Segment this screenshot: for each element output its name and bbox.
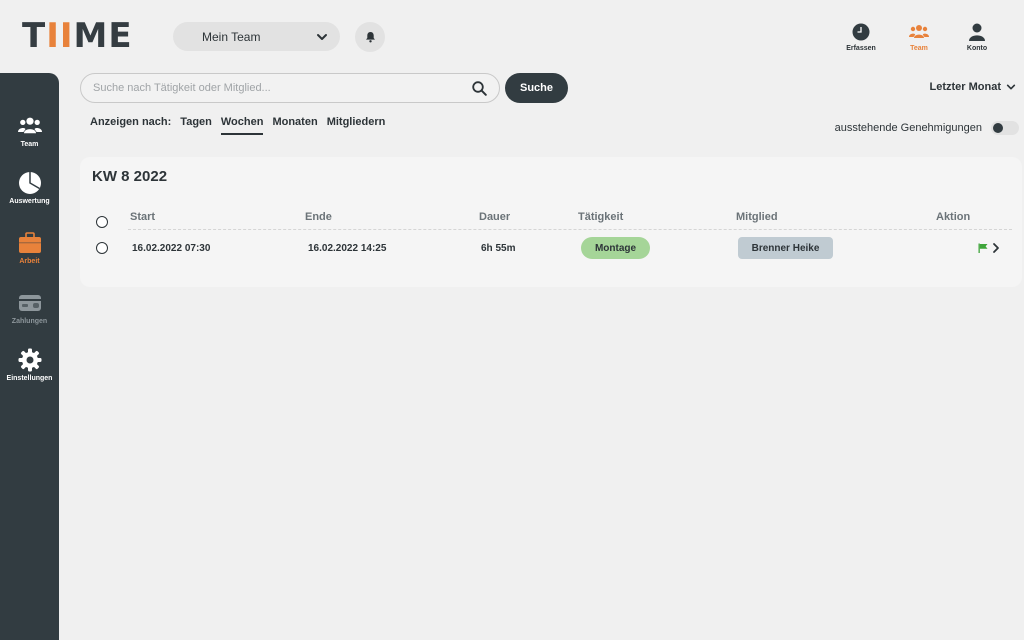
column-header-taetigkeit: Tätigkeit xyxy=(578,211,624,223)
tab-mitgliedern[interactable]: Mitgliedern xyxy=(327,115,386,133)
view-by-tabs: Anzeigen nach: Tagen Wochen Monaten Mitg… xyxy=(90,115,385,135)
sidebar-item-einstellungen[interactable]: Einstellungen xyxy=(0,347,59,382)
week-title: KW 8 2022 xyxy=(92,168,168,185)
team-dropdown[interactable]: Mein Team xyxy=(173,22,340,51)
tab-wochen[interactable]: Wochen xyxy=(220,115,264,135)
period-label: Letzter Monat xyxy=(929,81,1002,93)
notifications-button[interactable] xyxy=(355,22,385,52)
sidebar-item-label: Arbeit xyxy=(19,258,40,265)
activity-badge: Montage xyxy=(581,237,650,259)
member-badge: Brenner Heike xyxy=(738,237,833,259)
top-nav-team[interactable]: Team xyxy=(902,22,936,52)
sidebar-item-label: Einstellungen xyxy=(6,375,53,382)
sidebar-item-label: Zahlungen xyxy=(11,318,48,325)
search-icon[interactable] xyxy=(472,80,487,96)
pending-approvals-label: ausstehende Genehmigungen xyxy=(834,122,982,134)
bell-icon xyxy=(365,32,375,43)
top-nav-label: Team xyxy=(910,45,928,52)
briefcase-icon xyxy=(17,230,43,256)
sidebar-item-auswertung[interactable]: Auswertung xyxy=(0,170,59,205)
flag-icon[interactable] xyxy=(978,243,988,253)
column-header-aktion: Aktion xyxy=(936,211,971,223)
row-select-radio[interactable] xyxy=(96,242,108,254)
user-icon xyxy=(967,22,987,42)
chevron-down-icon xyxy=(1006,84,1016,90)
sidebar-item-label: Team xyxy=(20,141,39,148)
week-card: KW 8 2022 Start Ende Dauer Tätigkeit Mit… xyxy=(80,157,1022,287)
column-header-mitglied: Mitglied xyxy=(736,211,778,223)
period-dropdown[interactable]: Letzter Monat xyxy=(930,81,1017,93)
tab-tagen[interactable]: Tagen xyxy=(180,115,212,133)
top-nav-label: Konto xyxy=(966,45,988,52)
chevron-down-icon xyxy=(317,33,327,40)
chevron-right-icon[interactable] xyxy=(991,242,1001,254)
column-header-start: Start xyxy=(130,211,156,223)
top-nav: Erfassen Team Konto xyxy=(844,22,994,52)
column-header-dauer: Dauer xyxy=(479,211,511,223)
pie-chart-icon xyxy=(17,170,43,196)
sidebar-item-label: Auswertung xyxy=(9,198,50,205)
pending-approvals: ausstehende Genehmigungen xyxy=(835,121,1019,135)
header-divider xyxy=(128,229,1012,230)
wallet-icon xyxy=(17,290,43,316)
cell-duration: 6h 55m xyxy=(481,243,516,254)
sidebar: Team Auswertung Arbeit Zahlungen Einstel… xyxy=(0,73,59,640)
tab-monaten[interactable]: Monaten xyxy=(272,115,317,133)
search-input[interactable] xyxy=(93,82,472,94)
pending-approvals-toggle[interactable] xyxy=(991,121,1019,135)
sidebar-item-team[interactable]: Team xyxy=(0,113,59,148)
search-button[interactable]: Suche xyxy=(505,73,568,103)
toggle-knob xyxy=(993,123,1003,133)
cell-start: 16.02.2022 07:30 xyxy=(132,243,211,254)
search-box xyxy=(80,73,500,103)
column-header-ende: Ende xyxy=(305,211,332,223)
gear-icon xyxy=(17,347,43,373)
team-icon xyxy=(17,113,43,139)
team-icon xyxy=(909,22,929,42)
logo-text: TIIME xyxy=(22,16,133,56)
cell-end: 16.02.2022 14:25 xyxy=(308,243,387,254)
select-all-radio[interactable] xyxy=(96,216,108,228)
view-by-caption: Anzeigen nach: xyxy=(90,116,172,128)
clock-icon xyxy=(851,22,871,42)
top-nav-label: Erfassen xyxy=(846,45,876,52)
app-logo[interactable]: TIIME xyxy=(22,16,133,56)
team-dropdown-label: Mein Team xyxy=(202,29,261,44)
sidebar-item-arbeit[interactable]: Arbeit xyxy=(0,230,59,265)
top-nav-erfassen[interactable]: Erfassen xyxy=(844,22,878,52)
top-nav-konto[interactable]: Konto xyxy=(960,22,994,52)
sidebar-item-zahlungen[interactable]: Zahlungen xyxy=(0,290,59,325)
